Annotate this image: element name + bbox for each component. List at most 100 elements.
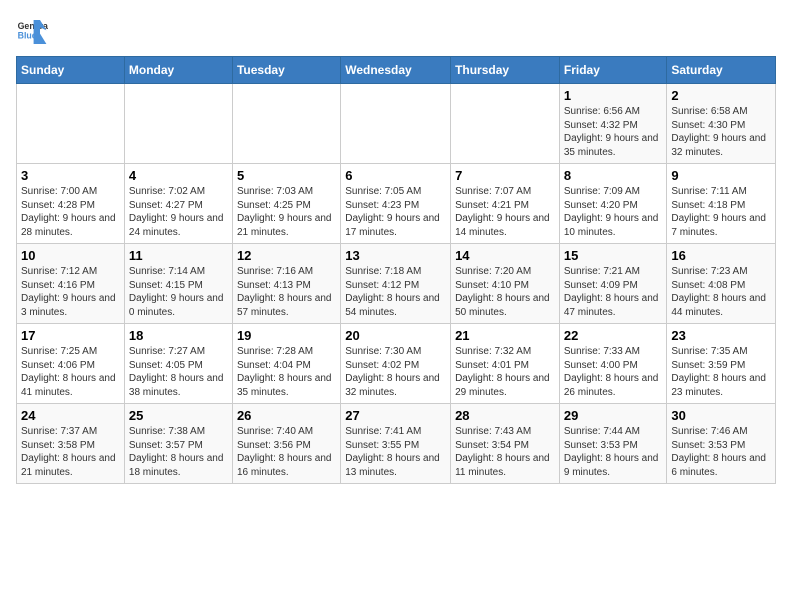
calendar-cell: 20 Sunrise: 7:30 AM Sunset: 4:02 PM Dayli…: [341, 324, 451, 404]
calendar-cell: 12Sunrise: 7:16 AM Sunset: 4:13 PM Dayli…: [232, 244, 340, 324]
calendar-cell: 5 Sunrise: 7:03 AM Sunset: 4:25 PM Daylig…: [232, 164, 340, 244]
day-info: Sunrise: 7:02 AM Sunset: 4:27 PM Dayligh…: [129, 185, 228, 239]
day-number: 15: [564, 248, 663, 263]
calendar-cell: 22 Sunrise: 7:33 AM Sunset: 4:00 PM Dayli…: [559, 324, 667, 404]
day-number: 12: [237, 248, 336, 263]
day-number: 14: [455, 248, 555, 263]
calendar-cell: 8 Sunrise: 7:09 AM Sunset: 4:20 PM Daylig…: [559, 164, 667, 244]
day-info: Sunrise: 7:41 AM Sunset: 3:55 PM Dayligh…: [345, 425, 446, 479]
calendar-cell: 30 Sunrise: 7:46 AM Sunset: 3:53 PM Dayli…: [667, 404, 776, 484]
calendar-cell: 15 Sunrise: 7:21 AM Sunset: 4:09 PM Dayli…: [559, 244, 667, 324]
day-info: Sunrise: 7:07 AM Sunset: 4:21 PM Dayligh…: [455, 185, 555, 239]
col-header-wednesday: Wednesday: [341, 57, 451, 84]
day-info: Sunrise: 7:25 AM Sunset: 4:06 PM Dayligh…: [21, 345, 120, 399]
day-info: Sunrise: 7:21 AM Sunset: 4:09 PM Dayligh…: [564, 265, 663, 319]
logo: General Blue: [16, 16, 52, 48]
day-number: 29: [564, 408, 663, 423]
day-info: Sunrise: 7:35 AM Sunset: 3:59 PM Dayligh…: [671, 345, 771, 399]
day-info: Sunrise: 6:56 AM Sunset: 4:32 PM Dayligh…: [564, 105, 663, 159]
col-header-friday: Friday: [559, 57, 667, 84]
calendar-cell: 10 Sunrise: 7:12 AM Sunset: 4:16 PM Dayli…: [17, 244, 125, 324]
day-info: Sunrise: 7:33 AM Sunset: 4:00 PM Dayligh…: [564, 345, 663, 399]
day-info: Sunrise: 7:30 AM Sunset: 4:02 PM Dayligh…: [345, 345, 446, 399]
day-info: Sunrise: 7:46 AM Sunset: 3:53 PM Dayligh…: [671, 425, 771, 479]
day-number: 7: [455, 168, 555, 183]
day-info: Sunrise: 7:05 AM Sunset: 4:23 PM Dayligh…: [345, 185, 446, 239]
day-number: 2: [671, 88, 771, 103]
day-number: 4: [129, 168, 228, 183]
day-info: Sunrise: 7:27 AM Sunset: 4:05 PM Dayligh…: [129, 345, 228, 399]
calendar-cell: 3 Sunrise: 7:00 AM Sunset: 4:28 PM Daylig…: [17, 164, 125, 244]
calendar-cell: 4 Sunrise: 7:02 AM Sunset: 4:27 PM Daylig…: [124, 164, 232, 244]
day-info: Sunrise: 7:20 AM Sunset: 4:10 PM Dayligh…: [455, 265, 555, 319]
day-number: 23: [671, 328, 771, 343]
calendar-cell: 7 Sunrise: 7:07 AM Sunset: 4:21 PM Daylig…: [451, 164, 560, 244]
day-info: Sunrise: 7:23 AM Sunset: 4:08 PM Dayligh…: [671, 265, 771, 319]
day-number: 17: [21, 328, 120, 343]
day-info: Sunrise: 6:58 AM Sunset: 4:30 PM Dayligh…: [671, 105, 771, 159]
day-number: 3: [21, 168, 120, 183]
calendar-cell: 26Sunrise: 7:40 AM Sunset: 3:56 PM Dayli…: [232, 404, 340, 484]
day-number: 27: [345, 408, 446, 423]
day-number: 25: [129, 408, 228, 423]
day-number: 30: [671, 408, 771, 423]
day-info: Sunrise: 7:03 AM Sunset: 4:25 PM Dayligh…: [237, 185, 336, 239]
calendar-cell: 21 Sunrise: 7:32 AM Sunset: 4:01 PM Dayli…: [451, 324, 560, 404]
day-number: 21: [455, 328, 555, 343]
day-number: 11: [129, 248, 228, 263]
day-number: 1: [564, 88, 663, 103]
day-info: Sunrise: 7:09 AM Sunset: 4:20 PM Dayligh…: [564, 185, 663, 239]
header: General Blue: [16, 16, 776, 48]
day-info: Sunrise: 7:00 AM Sunset: 4:28 PM Dayligh…: [21, 185, 120, 239]
col-header-monday: Monday: [124, 57, 232, 84]
calendar-cell: [232, 84, 340, 164]
calendar-cell: 14 Sunrise: 7:20 AM Sunset: 4:10 PM Dayli…: [451, 244, 560, 324]
calendar-table: SundayMondayTuesdayWednesdayThursdayFrid…: [16, 56, 776, 484]
calendar-cell: 24 Sunrise: 7:37 AM Sunset: 3:58 PM Dayli…: [17, 404, 125, 484]
day-number: 10: [21, 248, 120, 263]
day-info: Sunrise: 7:32 AM Sunset: 4:01 PM Dayligh…: [455, 345, 555, 399]
col-header-saturday: Saturday: [667, 57, 776, 84]
calendar-cell: 25 Sunrise: 7:38 AM Sunset: 3:57 PM Dayli…: [124, 404, 232, 484]
calendar-cell: 16 Sunrise: 7:23 AM Sunset: 4:08 PM Dayli…: [667, 244, 776, 324]
calendar-cell: 29 Sunrise: 7:44 AM Sunset: 3:53 PM Dayli…: [559, 404, 667, 484]
day-number: 20: [345, 328, 446, 343]
calendar-cell: [341, 84, 451, 164]
calendar-cell: 27 Sunrise: 7:41 AM Sunset: 3:55 PM Dayli…: [341, 404, 451, 484]
calendar-cell: [451, 84, 560, 164]
calendar-cell: 18 Sunrise: 7:27 AM Sunset: 4:05 PM Dayli…: [124, 324, 232, 404]
day-info: Sunrise: 7:44 AM Sunset: 3:53 PM Dayligh…: [564, 425, 663, 479]
calendar-cell: 9Sunrise: 7:11 AM Sunset: 4:18 PM Daylig…: [667, 164, 776, 244]
day-number: 24: [21, 408, 120, 423]
day-number: 6: [345, 168, 446, 183]
day-number: 8: [564, 168, 663, 183]
calendar-cell: 19 Sunrise: 7:28 AM Sunset: 4:04 PM Dayli…: [232, 324, 340, 404]
day-number: 28: [455, 408, 555, 423]
calendar-cell: 1 Sunrise: 6:56 AM Sunset: 4:32 PM Daylig…: [559, 84, 667, 164]
col-header-tuesday: Tuesday: [232, 57, 340, 84]
col-header-thursday: Thursday: [451, 57, 560, 84]
day-info: Sunrise: 7:28 AM Sunset: 4:04 PM Dayligh…: [237, 345, 336, 399]
calendar-cell: 2 Sunrise: 6:58 AM Sunset: 4:30 PM Daylig…: [667, 84, 776, 164]
day-number: 16: [671, 248, 771, 263]
day-info: Sunrise: 7:11 AM Sunset: 4:18 PM Dayligh…: [671, 185, 771, 239]
calendar-cell: 13 Sunrise: 7:18 AM Sunset: 4:12 PM Dayli…: [341, 244, 451, 324]
day-number: 18: [129, 328, 228, 343]
day-number: 19: [237, 328, 336, 343]
calendar-cell: 17 Sunrise: 7:25 AM Sunset: 4:06 PM Dayli…: [17, 324, 125, 404]
day-info: Sunrise: 7:43 AM Sunset: 3:54 PM Dayligh…: [455, 425, 555, 479]
day-info: Sunrise: 7:18 AM Sunset: 4:12 PM Dayligh…: [345, 265, 446, 319]
col-header-sunday: Sunday: [17, 57, 125, 84]
day-info: Sunrise: 7:12 AM Sunset: 4:16 PM Dayligh…: [21, 265, 120, 319]
day-number: 22: [564, 328, 663, 343]
day-info: Sunrise: 7:14 AM Sunset: 4:15 PM Dayligh…: [129, 265, 228, 319]
day-info: Sunrise: 7:40 AM Sunset: 3:56 PM Dayligh…: [237, 425, 336, 479]
day-info: Sunrise: 7:38 AM Sunset: 3:57 PM Dayligh…: [129, 425, 228, 479]
calendar-cell: [17, 84, 125, 164]
day-number: 5: [237, 168, 336, 183]
day-number: 13: [345, 248, 446, 263]
day-info: Sunrise: 7:37 AM Sunset: 3:58 PM Dayligh…: [21, 425, 120, 479]
calendar-cell: 28 Sunrise: 7:43 AM Sunset: 3:54 PM Dayli…: [451, 404, 560, 484]
calendar-cell: [124, 84, 232, 164]
calendar-cell: 6 Sunrise: 7:05 AM Sunset: 4:23 PM Daylig…: [341, 164, 451, 244]
